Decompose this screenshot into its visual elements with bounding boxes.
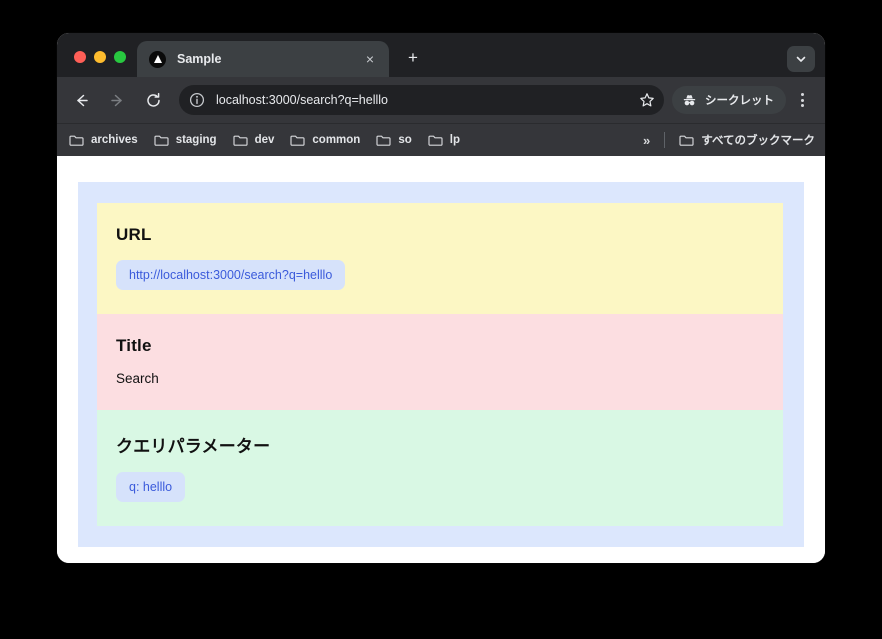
tab-title: Sample bbox=[177, 52, 222, 66]
url-value-chip: http://localhost:3000/search?q=helllo bbox=[116, 260, 346, 290]
query-params-heading: クエリパラメーター bbox=[116, 437, 271, 456]
new-tab-button[interactable]: + bbox=[402, 47, 424, 69]
maximize-window-button[interactable] bbox=[114, 51, 126, 63]
bookmark-staging[interactable]: staging bbox=[154, 134, 217, 147]
forward-arrow-icon[interactable] bbox=[103, 86, 131, 114]
close-icon[interactable]: × bbox=[361, 50, 379, 68]
title-section: Title Search bbox=[97, 314, 783, 410]
bookmark-label: lp bbox=[449, 134, 460, 146]
page-viewport: URL http://localhost:3000/search?q=helll… bbox=[57, 156, 825, 563]
folder-icon bbox=[233, 134, 248, 147]
bookmark-dev[interactable]: dev bbox=[233, 134, 275, 147]
folder-icon bbox=[679, 134, 694, 147]
bookmark-label: dev bbox=[254, 134, 275, 146]
bookmarks-overflow-button[interactable]: » bbox=[643, 133, 650, 148]
content-card: URL http://localhost:3000/search?q=helll… bbox=[78, 182, 804, 547]
reload-icon[interactable] bbox=[139, 86, 167, 114]
browser-tab[interactable]: Sample × bbox=[137, 41, 389, 77]
query-params-section: クエリパラメーター q: helllo bbox=[97, 410, 783, 526]
bookmark-so[interactable]: so bbox=[376, 134, 412, 147]
bookmark-archives[interactable]: archives bbox=[69, 134, 138, 147]
folder-icon bbox=[376, 134, 391, 147]
folder-icon bbox=[154, 134, 169, 147]
bookmarks-bar: archives staging dev common so lp » すべての… bbox=[57, 123, 825, 156]
bookmark-label: archives bbox=[91, 134, 138, 146]
chevron-down-icon[interactable] bbox=[787, 46, 815, 72]
tab-strip: Sample × + bbox=[57, 33, 825, 77]
info-circle-icon[interactable] bbox=[188, 91, 206, 109]
folder-icon bbox=[428, 134, 443, 147]
star-icon[interactable] bbox=[636, 89, 658, 111]
url-text: localhost:3000/search?q=helllo bbox=[216, 93, 388, 107]
folder-icon bbox=[290, 134, 305, 147]
browser-toolbar: localhost:3000/search?q=helllo シークレット bbox=[57, 77, 825, 123]
all-bookmarks-label: すべてのブックマーク bbox=[701, 135, 815, 147]
address-bar[interactable]: localhost:3000/search?q=helllo bbox=[179, 85, 664, 115]
incognito-icon bbox=[681, 92, 698, 109]
url-heading: URL bbox=[116, 225, 152, 244]
bookmark-common[interactable]: common bbox=[290, 134, 360, 147]
bookmarks-divider bbox=[664, 132, 666, 148]
query-param-chip: q: helllo bbox=[116, 472, 186, 502]
minimize-window-button[interactable] bbox=[94, 51, 106, 63]
browser-window: Sample × + localhost:3000/search?q=helll… bbox=[57, 33, 825, 563]
bookmark-label: common bbox=[312, 134, 361, 146]
back-arrow-icon[interactable] bbox=[67, 86, 95, 114]
three-dot-menu-icon[interactable] bbox=[789, 87, 815, 113]
title-value: Search bbox=[116, 371, 159, 386]
triangle-favicon bbox=[149, 50, 166, 68]
screen: Sample × + localhost:3000/search?q=helll… bbox=[0, 0, 882, 639]
title-heading: Title bbox=[116, 336, 152, 355]
folder-icon bbox=[69, 134, 84, 147]
bookmark-lp[interactable]: lp bbox=[428, 134, 460, 147]
all-bookmarks-button[interactable]: すべてのブックマーク bbox=[679, 132, 815, 148]
window-controls bbox=[74, 51, 126, 63]
incognito-label: シークレット bbox=[705, 95, 774, 107]
incognito-indicator[interactable]: シークレット bbox=[672, 86, 786, 114]
bookmark-label: staging bbox=[175, 134, 217, 146]
bookmark-label: so bbox=[398, 134, 412, 146]
close-window-button[interactable] bbox=[74, 51, 86, 63]
url-section: URL http://localhost:3000/search?q=helll… bbox=[97, 203, 783, 314]
